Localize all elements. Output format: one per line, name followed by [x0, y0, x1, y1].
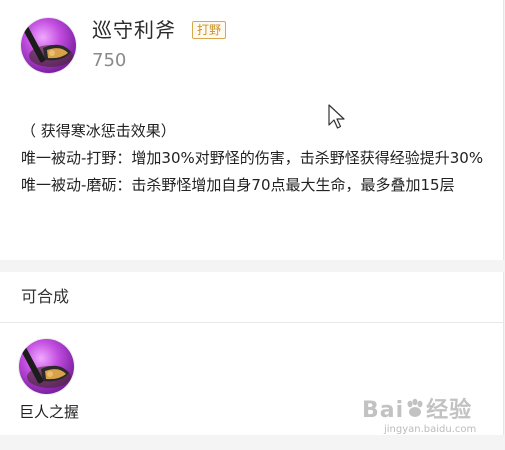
watermark-logo: Bai 经验 [362, 398, 473, 423]
item-detail-card: 巡守利斧 打野 750 （ 获得寒冰惩击效果） 唯一被动-打野：增加30%对野怪… [0, 0, 504, 260]
item-description: （ 获得寒冰惩击效果） 唯一被动-打野：增加30%对野怪的伤害，击杀野怪获得经验… [21, 118, 491, 199]
description-line: 唯一被动-打野：增加30%对野怪的伤害，击杀野怪获得经验提升30% [21, 149, 484, 167]
mouse-cursor-icon [328, 104, 345, 129]
item-category-tag: 打野 [192, 21, 227, 39]
watermark-url: jingyan.baidu.com [384, 424, 477, 435]
combine-item-name[interactable]: 巨人之握 [19, 402, 79, 422]
item-name: 巡守利斧 [92, 18, 176, 42]
item-price: 750 [92, 50, 127, 71]
giant-grip-item-icon[interactable] [19, 339, 74, 394]
section-title: 可合成 [21, 287, 70, 306]
axe-item-icon [21, 18, 76, 73]
combine-section-header: 可合成 [0, 272, 504, 323]
baidu-jingyan-watermark: Bai 经验 jingyan.baidu.com [362, 390, 487, 440]
paw-icon [407, 398, 423, 417]
description-line: （ 获得寒冰惩击效果） [21, 122, 176, 140]
description-line: 唯一被动-磨砺：击杀野怪增加自身70点最大生命，最多叠加15层 [21, 176, 455, 194]
